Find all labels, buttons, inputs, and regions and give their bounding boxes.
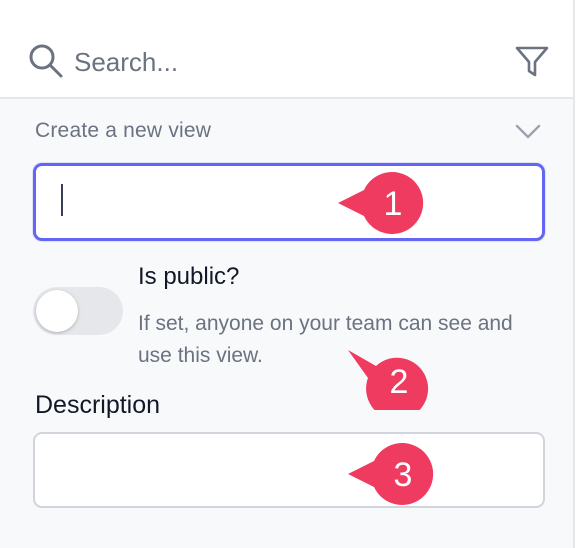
public-toggle[interactable] <box>33 287 123 335</box>
callout-marker-3-label: 3 <box>394 456 413 494</box>
callout-marker-3: 3 <box>348 443 434 505</box>
public-label: Is public? <box>138 263 240 290</box>
callout-marker-2-label: 2 <box>390 363 409 401</box>
chevron-down-icon[interactable] <box>514 121 542 141</box>
create-view-section: Create a new view Is public? If set, any… <box>0 99 573 548</box>
view-name-input[interactable] <box>33 163 545 241</box>
section-title: Create a new view <box>35 119 212 142</box>
callout-marker-2: 2 <box>348 350 429 410</box>
description-label: Description <box>35 391 161 419</box>
callout-marker-1-label: 1 <box>384 185 403 223</box>
public-help-text: If set, anyone on your team can see and … <box>138 312 513 367</box>
toggle-knob <box>36 290 78 332</box>
search-input[interactable] <box>74 42 454 82</box>
filter-icon[interactable] <box>514 45 550 79</box>
description-input[interactable] <box>33 432 545 508</box>
text-caret <box>61 184 63 216</box>
search-bar <box>0 0 573 99</box>
views-panel: Create a new view Is public? If set, any… <box>0 0 575 548</box>
search-icon <box>29 44 63 78</box>
callout-marker-1: 1 <box>338 172 424 234</box>
